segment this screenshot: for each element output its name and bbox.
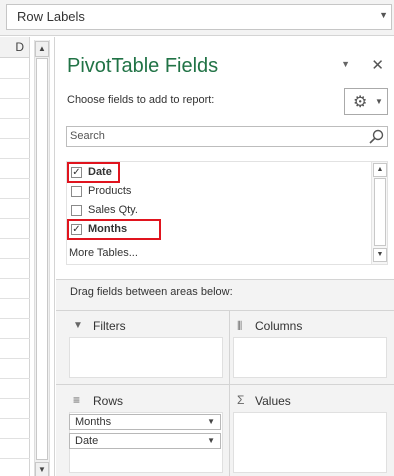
scroll-up-icon[interactable]: ▲: [35, 41, 49, 57]
grid-row-line: [0, 298, 30, 299]
name-box[interactable]: Row Labels ▼: [6, 4, 392, 30]
search-placeholder: Search: [70, 130, 105, 142]
name-box-value: Row Labels: [17, 9, 85, 24]
area-divider: [56, 384, 394, 385]
rows-label: Rows: [93, 394, 124, 408]
grid-row-line: [0, 398, 30, 399]
chevron-down-icon: ▼: [375, 97, 383, 106]
chevron-down-icon[interactable]: ▼: [207, 417, 215, 426]
checkbox-products[interactable]: [71, 186, 82, 197]
rows-field-months[interactable]: Months ▼: [69, 414, 221, 430]
grid-row-line: [0, 338, 30, 339]
name-box-dropdown-icon[interactable]: ▼: [379, 10, 388, 20]
gear-icon: ⚙: [353, 94, 368, 111]
area-vertical-divider: [229, 310, 230, 476]
search-icon: [369, 129, 384, 144]
column-header-d[interactable]: D: [0, 37, 29, 58]
grid-row-line: [0, 78, 30, 79]
grid-row-line: [0, 138, 30, 139]
grid-row-line: [0, 198, 30, 199]
highlight-box-date: [67, 162, 120, 183]
drag-hint: Drag fields between areas below:: [70, 286, 233, 298]
values-drop-zone[interactable]: [233, 412, 387, 473]
grid-row-line: [0, 458, 30, 459]
rows-icon: ≡: [73, 393, 81, 407]
grid-row-line: [0, 238, 30, 239]
grid-row-line: [0, 418, 30, 419]
area-divider: [56, 310, 394, 311]
grid-row-line: [0, 178, 30, 179]
values-label: Values: [255, 394, 291, 408]
filter-icon: ▼: [73, 320, 83, 331]
filters-drop-zone[interactable]: [69, 337, 223, 378]
tools-button[interactable]: ⚙ ▼: [344, 88, 388, 115]
search-input[interactable]: Search: [66, 126, 388, 147]
pivottable-fields-pane: PivotTable Fields ▼ ✕ Choose fields to a…: [54, 37, 394, 476]
columns-drop-zone[interactable]: [233, 337, 387, 378]
grid-row-line: [0, 378, 30, 379]
scroll-down-icon[interactable]: ▼: [35, 462, 49, 476]
field-list: ✓ Date Products Sales Qty. ✓ Months More…: [66, 161, 388, 265]
pane-title: PivotTable Fields: [67, 55, 219, 77]
scroll-up-icon[interactable]: ▲: [373, 163, 387, 177]
rows-field-date[interactable]: Date ▼: [69, 433, 221, 449]
grid-row-line: [0, 358, 30, 359]
filters-label: Filters: [93, 319, 126, 333]
close-icon[interactable]: ✕: [371, 56, 384, 74]
columns-icon: ⦀: [237, 319, 243, 333]
more-tables-link[interactable]: More Tables...: [69, 247, 138, 259]
scroll-thumb[interactable]: [36, 58, 48, 460]
chip-label: Months: [75, 416, 112, 428]
worksheet-grid[interactable]: D: [0, 37, 30, 476]
field-list-scrollbar[interactable]: ▲ ▼: [371, 162, 387, 264]
pane-options-chevron-icon[interactable]: ▼: [341, 59, 350, 69]
scroll-down-icon[interactable]: ▼: [373, 248, 387, 262]
scroll-thumb[interactable]: [374, 178, 386, 246]
sheet-vertical-scrollbar[interactable]: ▲ ▼: [34, 40, 50, 476]
highlight-box-months: [67, 219, 161, 240]
formula-bar-area: Row Labels ▼: [0, 0, 394, 36]
grid-row-line: [0, 278, 30, 279]
chevron-down-icon[interactable]: ▼: [207, 436, 215, 445]
grid-row-line: [0, 318, 30, 319]
grid-row-line: [0, 438, 30, 439]
grid-row-line: [0, 98, 30, 99]
grid-row-line: [0, 258, 30, 259]
checkbox-sales-qty[interactable]: [71, 205, 82, 216]
pane-subtitle: Choose fields to add to report:: [67, 94, 215, 106]
chip-label: Date: [75, 435, 99, 447]
grid-row-line: [0, 118, 30, 119]
field-label: Products: [88, 185, 132, 197]
columns-label: Columns: [255, 319, 303, 333]
field-label: Sales Qty.: [88, 204, 138, 216]
pivot-areas: Drag fields between areas below: ▼ Filte…: [56, 279, 394, 476]
sigma-icon: Σ: [237, 393, 245, 407]
grid-row-line: [0, 218, 30, 219]
grid-row-line: [0, 158, 30, 159]
